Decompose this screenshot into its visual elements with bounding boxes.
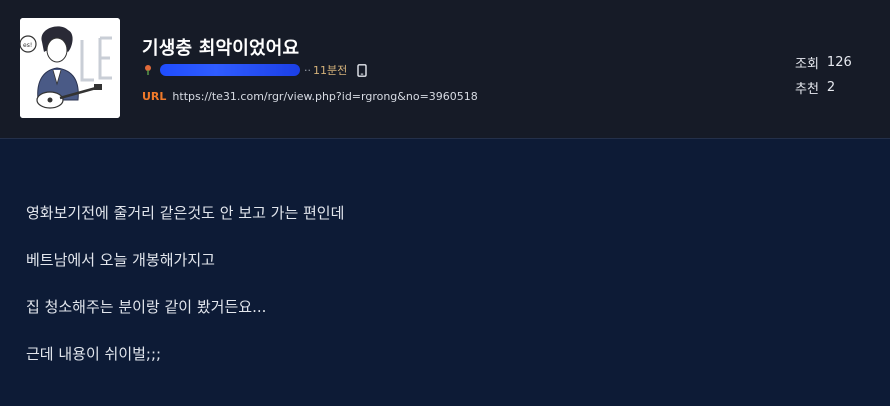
post-header: es! 기생충 최악이었어요 ·· 11분전 URL https://te31.…: [0, 0, 890, 139]
avatar[interactable]: es!: [20, 18, 120, 118]
post-time: 11분전: [313, 64, 348, 77]
body-line: 근데 내용이 쉬이벌;;;: [26, 345, 162, 363]
post-body: 영화보기전에 줄거리 같은것도 안 보고 가는 편인데 베트남에서 오늘 개봉해…: [26, 202, 344, 390]
avatar-image: es!: [20, 18, 120, 118]
author-dots: ··: [304, 63, 311, 77]
views-stat: 조회 126: [795, 50, 852, 75]
body-line: 베트남에서 오늘 개봉해가지고: [26, 251, 215, 269]
post-url-link[interactable]: https://te31.com/rgr/view.php?id=rgrong&…: [172, 90, 477, 103]
mobile-phone-icon: [357, 63, 367, 77]
redaction-mark: [160, 64, 300, 76]
url-row: URL https://te31.com/rgr/view.php?id=rgr…: [142, 90, 478, 103]
post-meta: ·· 11분전: [142, 62, 367, 78]
views-count: 126: [826, 55, 852, 70]
flower-icon: [145, 65, 151, 75]
body-line: 영화보기전에 줄거리 같은것도 안 보고 가는 편인데: [26, 204, 345, 222]
recommend-stat: 추천 2: [795, 75, 852, 100]
recommend-label: 추천: [795, 82, 819, 97]
svg-text:es!: es!: [23, 42, 32, 49]
views-label: 조회: [795, 57, 819, 72]
post-title: 기생충 최악이었어요: [142, 38, 300, 59]
recommend-count: 2: [826, 80, 836, 95]
url-label: URL: [142, 90, 167, 103]
body-line: 집 청소해주는 분이랑 같이 봤거든요...: [26, 298, 267, 316]
post-stats: 조회 126 추천 2: [795, 50, 852, 100]
